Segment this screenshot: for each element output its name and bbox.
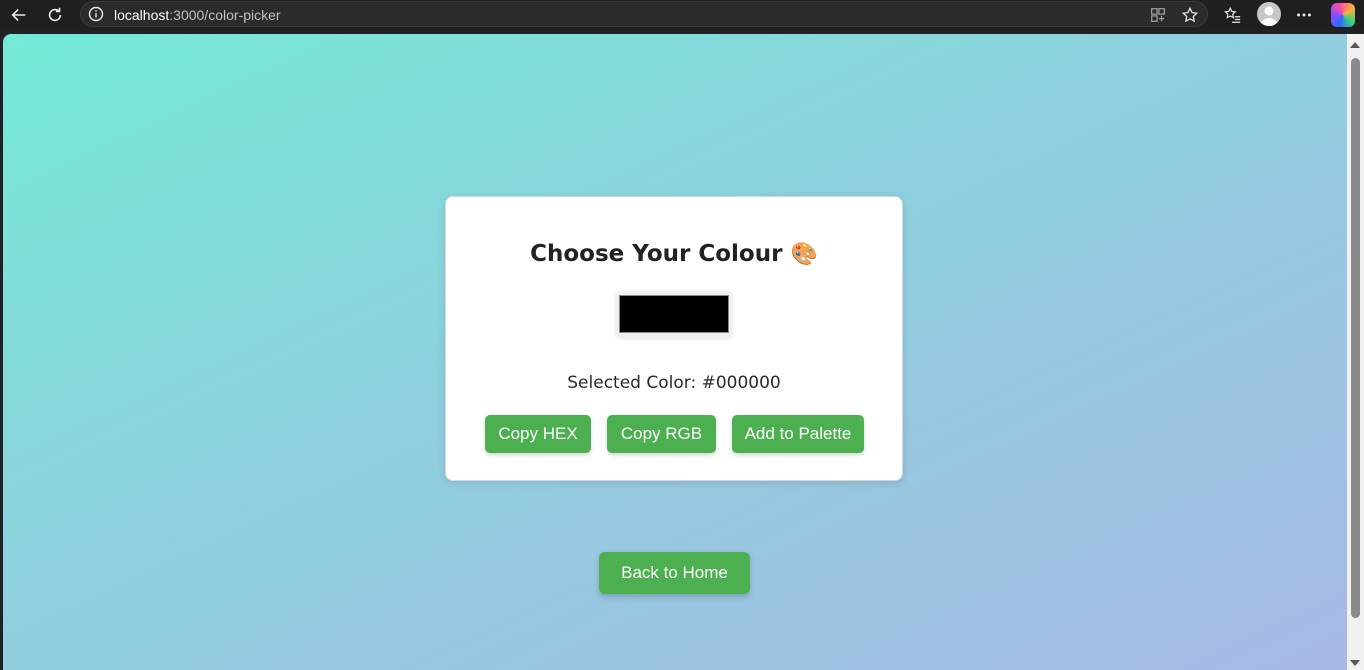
selected-color-text: Selected Color: #000000 xyxy=(446,373,902,393)
scroll-thumb[interactable] xyxy=(1351,58,1360,618)
color-swatch[interactable] xyxy=(619,295,729,333)
profile-icon[interactable] xyxy=(1257,2,1281,26)
browser-toolbar: localhost:3000/color-picker xyxy=(0,0,1364,30)
url-text: localhost:3000/color-picker xyxy=(114,7,281,23)
copy-hex-button[interactable]: Copy HEX xyxy=(485,415,591,453)
url-host: localhost xyxy=(114,7,170,23)
info-icon[interactable] xyxy=(88,6,104,22)
page-title: Choose Your Colour 🎨 xyxy=(446,241,902,267)
back-to-home-button[interactable]: Back to Home xyxy=(599,552,750,594)
color-input[interactable] xyxy=(616,292,732,338)
url-path: :3000/color-picker xyxy=(169,7,281,23)
copilot-icon[interactable] xyxy=(1331,3,1355,27)
copy-rgb-button[interactable]: Copy RGB xyxy=(607,415,716,453)
title-text: Choose Your Colour xyxy=(530,241,783,267)
palette-icon: 🎨 xyxy=(790,242,818,267)
scrollbar[interactable] xyxy=(1347,34,1364,670)
page-viewport: Choose Your Colour 🎨 Selected Color: #00… xyxy=(3,34,1347,670)
apps-icon[interactable] xyxy=(1146,3,1170,27)
more-icon[interactable] xyxy=(1292,3,1316,27)
scroll-down-icon[interactable] xyxy=(1350,660,1360,666)
selected-color-value: #000000 xyxy=(701,373,781,393)
scroll-up-icon[interactable] xyxy=(1350,42,1360,48)
star-icon[interactable] xyxy=(1178,3,1202,27)
color-picker-card: Choose Your Colour 🎨 Selected Color: #00… xyxy=(445,196,903,481)
back-arrow-icon[interactable] xyxy=(7,3,31,27)
favorites-icon[interactable] xyxy=(1221,3,1245,27)
reload-icon[interactable] xyxy=(43,3,67,27)
selected-color-label: Selected Color: xyxy=(567,373,697,393)
address-bar[interactable]: localhost:3000/color-picker xyxy=(80,1,1208,27)
add-to-palette-button[interactable]: Add to Palette xyxy=(732,415,864,453)
